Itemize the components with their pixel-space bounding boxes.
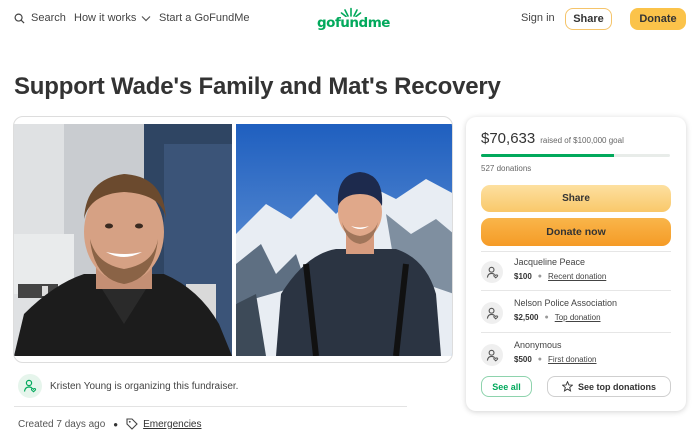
user-heart-icon xyxy=(486,307,498,320)
user-heart-icon xyxy=(486,266,498,279)
user-heart-icon xyxy=(23,379,37,393)
photo-mat-mountain xyxy=(236,124,452,356)
top-nav: Search How it works Start a GoFundMe gof… xyxy=(0,0,696,40)
meta-separator: ● xyxy=(113,419,119,429)
organizer-text: Kristen Young is organizing this fundrai… xyxy=(50,380,239,392)
page-title: Support Wade's Family and Mat's Recovery xyxy=(14,73,501,100)
donor-name: Anonymous xyxy=(514,340,562,350)
donor-separator: ● xyxy=(544,314,549,321)
start-gofundme-link[interactable]: Start a GoFundMe xyxy=(159,12,250,24)
goal-text: raised of $100,000 goal xyxy=(540,136,624,145)
donate-now-button[interactable]: Donate now xyxy=(481,218,671,246)
search-label: Search xyxy=(31,12,66,24)
donor-tag[interactable]: Top donation xyxy=(555,313,601,322)
search-icon xyxy=(14,13,25,24)
donor-item: Jacqueline Peace $100 ● Recent donation xyxy=(481,255,671,292)
sign-in-link[interactable]: Sign in xyxy=(521,12,555,24)
category-link[interactable]: Emergencies xyxy=(143,419,201,430)
donate-button-header[interactable]: Donate xyxy=(630,8,686,30)
donor-avatar xyxy=(481,261,503,283)
how-it-works-menu[interactable]: How it works xyxy=(74,12,151,24)
donor-divider xyxy=(481,332,671,333)
donor-item: Nelson Police Association $2,500 ● Top d… xyxy=(481,296,671,333)
photo-wade-selfie xyxy=(14,124,232,356)
campaign-photo[interactable] xyxy=(13,116,453,363)
raised-summary: $70,633 raised of $100,000 goal xyxy=(481,130,624,147)
donor-name: Jacqueline Peace xyxy=(514,257,586,267)
search-link[interactable]: Search xyxy=(14,12,66,24)
see-top-donations-label: See top donations xyxy=(577,381,656,392)
donor-divider xyxy=(481,251,671,252)
tag-icon xyxy=(126,418,138,430)
campaign-meta: Created 7 days ago ● Emergencies xyxy=(18,418,201,430)
user-heart-icon xyxy=(486,349,498,362)
donor-amount: $100 xyxy=(514,272,532,281)
star-icon xyxy=(561,381,573,392)
logo-text: gofundme xyxy=(317,15,390,31)
donations-count: 527 donations xyxy=(481,164,532,173)
see-top-donations-button[interactable]: See top donations xyxy=(547,376,671,397)
donor-separator: ● xyxy=(537,273,543,280)
raised-amount: $70,633 xyxy=(481,130,536,147)
created-date: Created 7 days ago xyxy=(18,418,106,430)
donor-avatar xyxy=(481,344,503,366)
chevron-down-icon xyxy=(141,15,151,21)
donor-details: $100 ● Recent donation xyxy=(514,272,606,281)
donor-details: $500 ● First donation xyxy=(514,355,597,364)
donor-separator: ● xyxy=(537,356,543,363)
donor-amount: $2,500 xyxy=(514,313,539,322)
share-button[interactable]: Share xyxy=(481,185,671,212)
organizer-avatar xyxy=(18,374,42,398)
donor-tag[interactable]: Recent donation xyxy=(548,272,606,281)
progress-bar xyxy=(481,154,670,157)
share-button-header[interactable]: Share xyxy=(565,8,612,30)
gofundme-logo[interactable]: gofundme xyxy=(317,7,390,33)
section-divider xyxy=(14,406,407,407)
donation-card: $70,633 raised of $100,000 goal 527 dona… xyxy=(466,117,686,411)
donor-divider xyxy=(481,290,671,291)
see-all-button[interactable]: See all xyxy=(481,376,532,397)
donor-avatar xyxy=(481,302,503,324)
how-it-works-label: How it works xyxy=(74,12,137,24)
progress-fill xyxy=(481,154,615,157)
donor-details: $2,500 ● Top donation xyxy=(514,313,601,322)
donor-tag[interactable]: First donation xyxy=(548,355,596,364)
donor-name: Nelson Police Association xyxy=(514,298,618,308)
donor-amount: $500 xyxy=(514,355,532,364)
donor-item: Anonymous $500 ● First donation xyxy=(481,338,671,375)
organizer-row: Kristen Young is organizing this fundrai… xyxy=(18,374,238,398)
